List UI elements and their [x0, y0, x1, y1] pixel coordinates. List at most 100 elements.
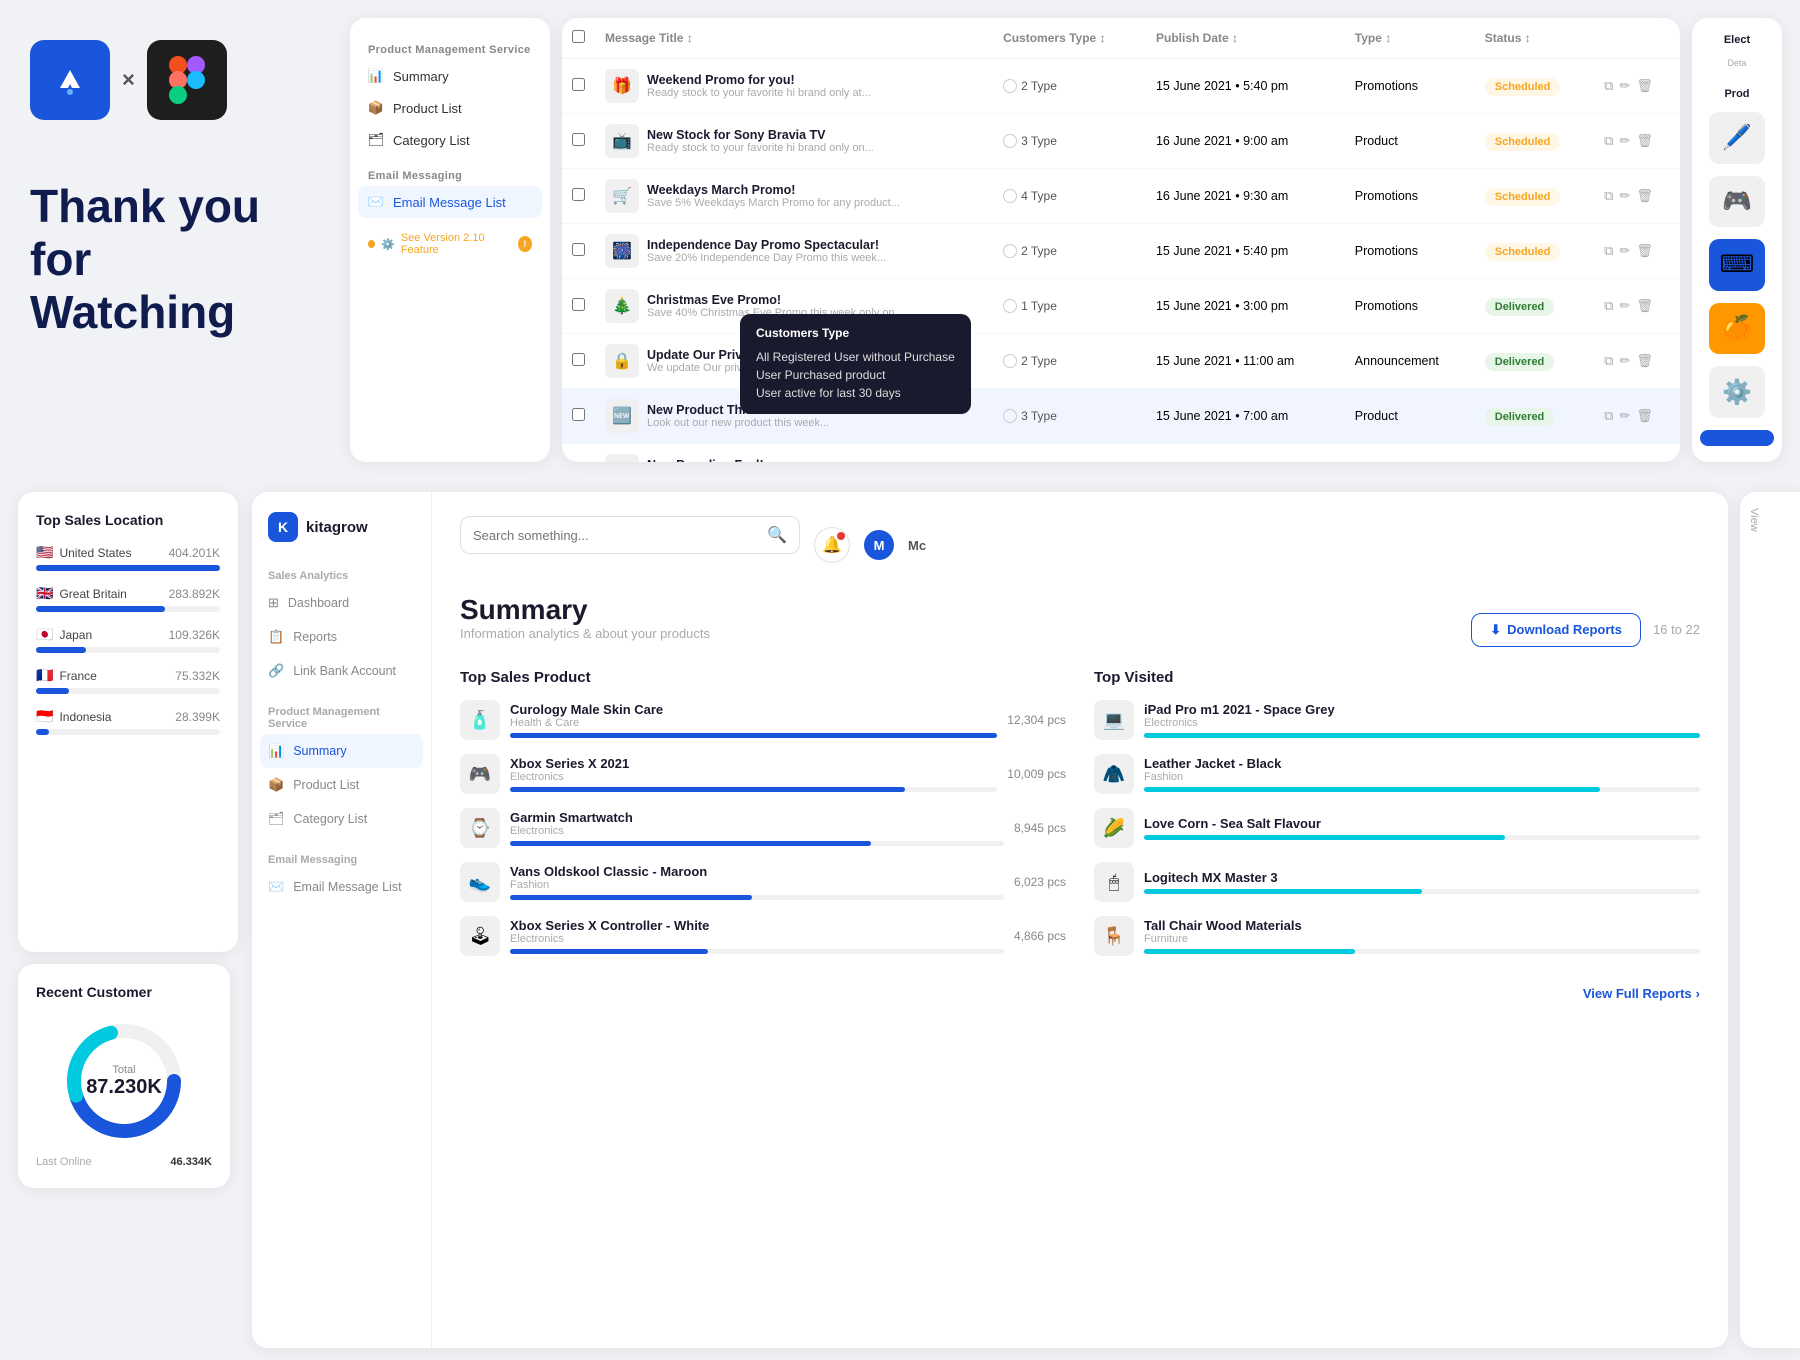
country-value: 283.892K — [169, 587, 220, 601]
product-name: Xbox Series X 2021 — [510, 756, 997, 771]
visited-name: Logitech MX Master 3 — [1144, 870, 1700, 885]
row-checkbox[interactable] — [572, 78, 585, 91]
copy-icon[interactable]: ⧉ — [1604, 243, 1613, 259]
edit-icon[interactable]: ✏ — [1619, 188, 1630, 204]
delete-icon[interactable]: 🗑 — [1636, 408, 1653, 424]
visited-bar-bg — [1144, 787, 1700, 792]
bottom-left-area: Top Sales Location 🇺🇸 United States 404.… — [0, 480, 240, 1360]
edit-icon[interactable]: ✏ — [1619, 298, 1630, 314]
kg-logo-icon: K — [268, 512, 298, 542]
donut-chart: Total 87.230K — [36, 1016, 212, 1146]
kg-nav-reports[interactable]: 📋 Reports — [252, 620, 431, 654]
row-checkbox[interactable] — [572, 298, 585, 311]
visited-thumb: 🪑 — [1094, 916, 1134, 956]
copy-icon[interactable]: ⧉ — [1604, 298, 1613, 314]
top-sales-row: 🎮 Xbox Series X 2021 Electronics 10,009 … — [460, 754, 1066, 794]
delete-icon[interactable]: 🗑 — [1636, 298, 1653, 314]
copy-icon[interactable]: ⧉ — [1604, 188, 1613, 204]
product-category: Electronics — [510, 825, 1004, 837]
kg-search-input[interactable] — [473, 528, 759, 543]
visited-bar-fill — [1144, 787, 1600, 792]
category-list-icon: 🗂 — [368, 132, 384, 148]
view-full-reports-link[interactable]: View Full Reports › — [460, 986, 1700, 1001]
notification-button[interactable]: 🔔 — [814, 527, 850, 563]
country-name: Great Britain — [59, 587, 126, 601]
country-name: Indonesia — [59, 710, 111, 724]
delete-icon[interactable]: 🗑 — [1636, 353, 1653, 369]
kg-search-bar[interactable]: 🔍 — [460, 516, 800, 554]
row-checkbox[interactable] — [572, 353, 585, 366]
user-avatar[interactable]: M — [864, 530, 894, 560]
visited-bar-bg — [1144, 889, 1700, 894]
msg-title: Weekend Promo for you! — [647, 73, 871, 87]
row-checkbox[interactable] — [572, 188, 585, 201]
kg-analytics-section: Sales Analytics — [252, 562, 431, 586]
select-all-checkbox[interactable] — [572, 30, 585, 43]
type-circle-icon — [1003, 244, 1017, 258]
msg-title: Christmas Eve Promo! — [647, 293, 904, 307]
visited-info: Love Corn - Sea Salt Flavour — [1144, 816, 1700, 840]
copy-icon[interactable]: ⧉ — [1604, 133, 1613, 149]
location-bar-fill — [36, 729, 49, 735]
delete-icon[interactable]: 🗑 — [1636, 133, 1653, 149]
table-row: 🔒 Update Our Privacy & Policy We update … — [562, 334, 1680, 389]
sidebar-item-summary[interactable]: 📊 Summary — [350, 60, 550, 92]
edit-icon[interactable]: ✏ — [1619, 408, 1630, 424]
row-checkbox[interactable] — [572, 243, 585, 256]
copy-icon[interactable]: ⧉ — [1604, 78, 1613, 94]
delete-icon[interactable]: 🗑 — [1636, 243, 1653, 259]
kg-nav-product-list[interactable]: 📦 Product List — [252, 768, 431, 802]
row-checkbox[interactable] — [572, 408, 585, 421]
country-flag: 🇺🇸 — [36, 544, 53, 561]
kg-nav-email-list[interactable]: ✉️ Email Message List — [252, 870, 431, 904]
top-visited-row: 🖱 Logitech MX Master 3 — [1094, 862, 1700, 902]
right-panel-btn[interactable] — [1700, 430, 1774, 446]
product-category: Electronics — [510, 771, 997, 783]
email-icon: ✉️ — [368, 194, 384, 210]
reports-icon: 📋 — [268, 629, 284, 645]
edit-icon[interactable]: ✏ — [1619, 78, 1630, 94]
product-info: Curology Male Skin Care Health & Care — [510, 702, 997, 738]
download-icon: ⬇ — [1490, 622, 1501, 638]
edit-icon[interactable]: ✏ — [1619, 243, 1630, 259]
row-checkbox[interactable] — [572, 133, 585, 146]
msg-subtitle: Ready stock to your favorite hi brand on… — [647, 142, 874, 154]
top-sales-row: 👟 Vans Oldskool Classic - Maroon Fashion… — [460, 862, 1066, 902]
recent-customer-panel: Recent Customer Total 87.230K Last Onlin… — [18, 964, 230, 1188]
msg-category: Announcement — [1345, 444, 1475, 463]
sidebar-item-email-list[interactable]: ✉️ Email Message List — [358, 186, 542, 218]
status-badge: Scheduled — [1485, 188, 1561, 206]
sidebar-version[interactable]: ⚙️ See Version 2.10 Feature ! — [350, 218, 550, 262]
edit-icon[interactable]: ✏ — [1619, 353, 1630, 369]
right-product-3: ⌨ — [1709, 239, 1765, 291]
kg-nav-category-list[interactable]: 🗂 Category List — [252, 802, 431, 836]
sidebar-item-category-list[interactable]: 🗂 Category List — [350, 124, 550, 156]
edit-icon[interactable]: ✏ — [1619, 133, 1630, 149]
product-pcs: 10,009 pcs — [1007, 767, 1066, 781]
kg-nav-dashboard[interactable]: ⊞ Dashboard — [252, 586, 431, 620]
msg-category: Promotions — [1345, 279, 1475, 334]
location-bar-bg — [36, 729, 220, 735]
table-row: 🆕 New Product This Week! Look out our ne… — [562, 389, 1680, 444]
download-reports-button[interactable]: ⬇ Download Reports — [1471, 613, 1641, 647]
kg-nav-summary[interactable]: 📊 Summary — [260, 734, 423, 768]
kg-summary-subtitle: Information analytics & about your produ… — [460, 626, 710, 641]
kg-nav-link-bank[interactable]: 🔗 Link Bank Account — [252, 654, 431, 688]
product-info: Vans Oldskool Classic - Maroon Fashion — [510, 864, 1004, 900]
sidebar-item-product-list[interactable]: 📦 Product List — [350, 92, 550, 124]
publish-date: 15 June 2021 • 11:00 am — [1146, 334, 1345, 389]
delete-icon[interactable]: 🗑 — [1636, 188, 1653, 204]
copy-icon[interactable]: ⧉ — [1604, 408, 1613, 424]
top-sales-row: ⌚ Garmin Smartwatch Electronics 8,945 pc… — [460, 808, 1066, 848]
product-info: Xbox Series X Controller - White Electro… — [510, 918, 1004, 954]
version-badge: ! — [518, 236, 532, 252]
copy-icon[interactable]: ⧉ — [1604, 353, 1613, 369]
summary-icon: 📊 — [368, 68, 384, 84]
type-circle-icon — [1003, 354, 1017, 368]
dashboard-icon: ⊞ — [268, 595, 279, 611]
product-pcs: 12,304 pcs — [1007, 713, 1066, 727]
kg-main-content: 🔍 🔔 M Mc Summary Information analytics &… — [432, 492, 1728, 1348]
sales-location-panel: Top Sales Location 🇺🇸 United States 404.… — [18, 492, 238, 952]
delete-icon[interactable]: 🗑 — [1636, 78, 1653, 94]
status-badge: Delivered — [1485, 353, 1555, 371]
